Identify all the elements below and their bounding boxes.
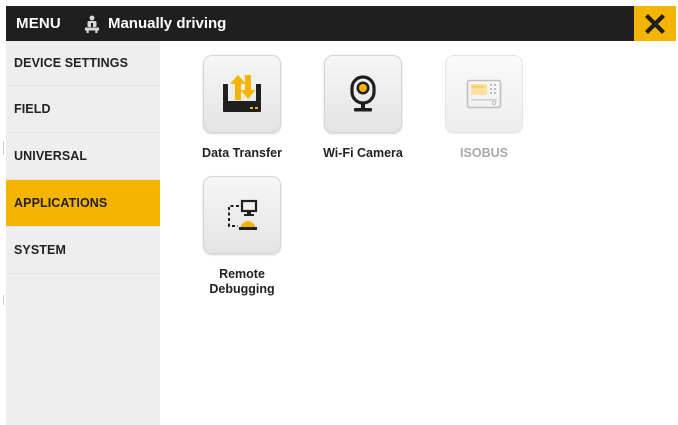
sidebar-item-label: SYSTEM bbox=[14, 243, 66, 257]
sidebar-item-label: APPLICATIONS bbox=[14, 196, 108, 210]
sidebar-item-system[interactable]: SYSTEM bbox=[6, 227, 160, 274]
app-label: Remote Debugging bbox=[192, 267, 292, 297]
isobus-terminal-icon bbox=[466, 79, 502, 109]
app-label: ISOBUS bbox=[460, 146, 508, 160]
sidebar-item-label: DEVICE SETTINGS bbox=[14, 56, 129, 70]
sidebar-item-applications[interactable]: APPLICATIONS bbox=[6, 180, 160, 227]
app-label: Wi-Fi Camera bbox=[323, 146, 403, 160]
app-label: Data Transfer bbox=[202, 146, 282, 160]
sidebar-item-device-settings[interactable]: DEVICE SETTINGS bbox=[6, 41, 160, 86]
app-tile-isobus: ISOBUS bbox=[434, 55, 534, 161]
menu-title: MENU bbox=[16, 15, 61, 32]
sidebar-item-universal[interactable]: UNIVERSAL bbox=[6, 133, 160, 180]
manual-driving-icon bbox=[83, 14, 101, 34]
data-transfer-button[interactable] bbox=[203, 55, 281, 133]
applications-grid: Data Transfer Wi-Fi Camera ISOBUS Remote… bbox=[160, 41, 678, 425]
app-tile-wifi-camera: Wi-Fi Camera bbox=[313, 55, 413, 161]
driving-status: Manually driving bbox=[107, 15, 227, 32]
close-icon bbox=[645, 13, 665, 34]
data-transfer-icon bbox=[223, 75, 261, 112]
wifi-camera-button[interactable] bbox=[324, 55, 402, 133]
app-label-line: Debugging bbox=[209, 282, 275, 296]
sidebar-item-field[interactable]: FIELD bbox=[6, 86, 160, 133]
app-label-line: Remote bbox=[219, 267, 265, 281]
isobus-button[interactable] bbox=[445, 55, 523, 133]
remote-debugging-icon bbox=[228, 199, 258, 230]
top-bar: MENU Manually driving bbox=[6, 6, 676, 41]
camera-icon bbox=[350, 75, 376, 112]
sidebar: DEVICE SETTINGS FIELD UNIVERSAL APPLICAT… bbox=[6, 41, 160, 425]
remote-debugging-button[interactable] bbox=[203, 176, 281, 254]
app-tile-remote-debugging: Remote Debugging bbox=[192, 176, 292, 297]
app-tile-data-transfer: Data Transfer bbox=[192, 55, 292, 161]
sidebar-item-label: FIELD bbox=[14, 102, 51, 116]
sidebar-item-label: UNIVERSAL bbox=[14, 149, 88, 163]
close-button[interactable] bbox=[634, 6, 676, 41]
